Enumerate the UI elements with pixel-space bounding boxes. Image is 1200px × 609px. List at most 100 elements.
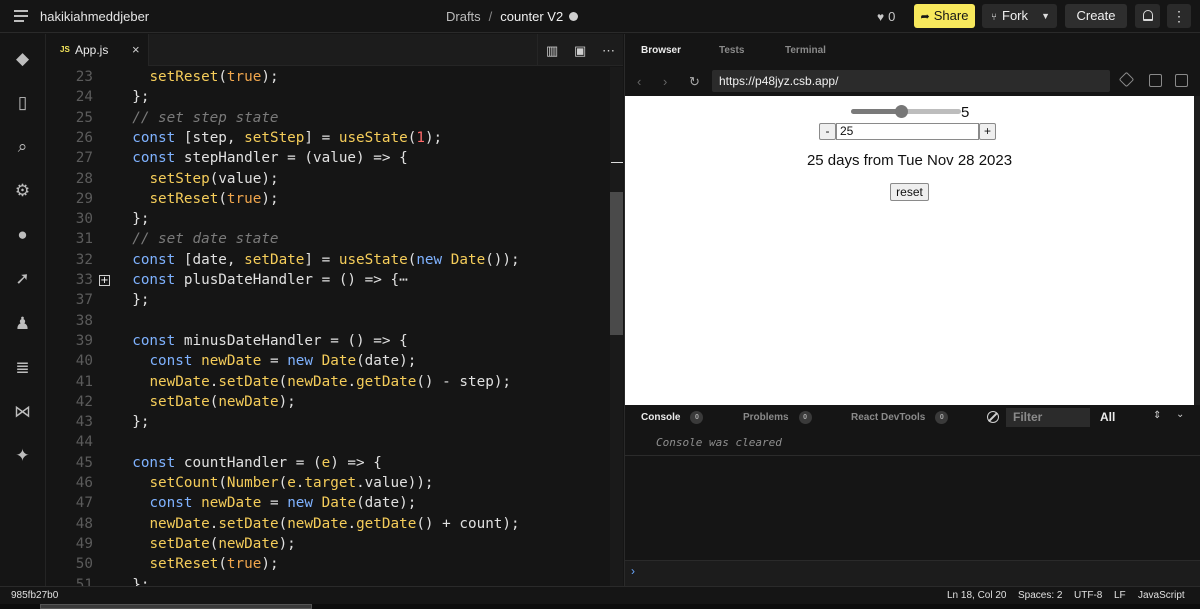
hamburger-menu-icon[interactable] (14, 10, 28, 22)
code-text: const newDate = new Date(date); (149, 353, 417, 370)
code-text: setReset(true); (149, 556, 279, 573)
line-number: 26 (75, 129, 93, 146)
preview-icon[interactable]: ▣ (574, 43, 586, 59)
indentation[interactable]: Spaces: 2 (1018, 590, 1062, 601)
sort-icon[interactable]: ⇕ (1153, 410, 1161, 421)
username[interactable]: hakikiahmeddjeber (40, 9, 149, 24)
reset-button[interactable]: reset (890, 183, 929, 201)
code-area[interactable]: 23 setReset(true); 24 }; 25 // set step st… (47, 67, 610, 586)
clear-console-icon[interactable] (987, 411, 999, 423)
horizontal-scroll-thumb[interactable] (40, 604, 312, 609)
console-panel: Console 0 Problems 0 React DevTools 0 Filte… (625, 405, 1200, 586)
line-number: 32 (75, 251, 93, 268)
more-options-button[interactable]: ⋮ (1167, 4, 1191, 28)
plus-button[interactable]: + (979, 123, 996, 140)
code-text: setDate(newDate); (149, 535, 296, 552)
breadcrumb-drafts[interactable]: Drafts (446, 9, 481, 24)
cursor-position[interactable]: Ln 18, Col 20 (947, 590, 1007, 601)
code-text: setCount(Number(e.target.value)); (149, 475, 434, 491)
split-view-icon[interactable]: ▥ (546, 43, 558, 59)
tab-terminal[interactable]: Terminal (785, 45, 826, 56)
users-icon[interactable]: ♟ (12, 313, 33, 334)
preview-pane: Browser Tests Terminal ‹ › ↻ https://p48… (624, 34, 1200, 586)
globe-icon (569, 12, 579, 21)
cube-icon[interactable]: ◆ (12, 48, 33, 69)
tab-app-js[interactable]: JS App.js × (47, 34, 149, 66)
refresh-icon[interactable]: ↻ (689, 74, 700, 90)
console-tabs: Console 0 Problems 0 React DevTools 0 Filte… (625, 405, 1200, 433)
line-number: 43 (75, 414, 93, 431)
line-number: 38 (75, 312, 93, 329)
log-level-select[interactable]: All (1100, 410, 1115, 424)
open-window-icon[interactable] (1175, 74, 1188, 87)
share-button[interactable]: ➦ Share (914, 4, 975, 28)
line-endings[interactable]: LF (1114, 590, 1126, 601)
gear-icon[interactable]: ⚙ (12, 180, 33, 201)
commit-hash[interactable]: 985fb27b0 (11, 590, 58, 601)
bell-icon (1142, 10, 1153, 21)
rocket-icon[interactable]: ➚ (12, 268, 33, 289)
language-mode[interactable]: JavaScript (1138, 590, 1185, 601)
line-number: 25 (75, 109, 93, 126)
project-name[interactable]: counter V2 (500, 9, 563, 24)
copy-icon[interactable] (1149, 74, 1162, 87)
status-bar: 985fb27b0 Ln 18, Col 20 Spaces: 2 UTF-8 … (0, 586, 1200, 604)
console-filter-input[interactable]: Filter (1006, 408, 1090, 427)
tab-file-name: App.js (75, 43, 109, 57)
console-count-badge: 0 (690, 411, 704, 424)
code-text: setDate(newDate); (149, 393, 296, 410)
js-file-icon: JS (60, 45, 70, 54)
search-icon[interactable]: ⌕ (12, 136, 33, 157)
line-number: 29 (75, 190, 93, 207)
code-text: }; (115, 292, 150, 309)
notifications-button[interactable] (1135, 4, 1160, 28)
vscode-icon[interactable]: ⋈ (12, 401, 33, 422)
share-icon: ➦ (920, 11, 930, 23)
line-number: 37 (75, 292, 93, 309)
line-number: 44 (75, 434, 93, 451)
encoding[interactable]: UTF-8 (1074, 590, 1102, 601)
caret-down-icon[interactable]: ▼ (1041, 4, 1050, 28)
tab-problems[interactable]: Problems 0 (743, 411, 812, 424)
back-icon[interactable]: ‹ (637, 74, 641, 89)
fold-expand-icon[interactable]: + (99, 275, 110, 286)
code-text: }; (115, 576, 150, 587)
code-text: newDate.setDate(newDate.getDate() + coun… (149, 515, 520, 532)
more-icon[interactable]: ⋯ (602, 43, 615, 59)
code-text: setReset(true); (149, 190, 279, 207)
tab-devtools-label: React DevTools (851, 412, 926, 423)
count-input[interactable]: 25 (836, 123, 979, 140)
console-input[interactable]: › (625, 560, 1200, 586)
url-bar[interactable]: https://p48jyz.csb.app/ (712, 70, 1110, 92)
scrollbar-thumb[interactable] (610, 192, 623, 335)
editor-scrollbar[interactable] (610, 67, 623, 586)
fork-icon: ⑂ (991, 12, 997, 23)
slider-thumb[interactable] (894, 105, 908, 118)
tab-react-devtools[interactable]: React DevTools 0 (851, 411, 949, 424)
bottom-scroll-strip (0, 604, 1200, 609)
forward-icon[interactable]: › (663, 74, 667, 89)
tab-browser[interactable]: Browser (641, 45, 681, 56)
code-text: setStep(value); (149, 170, 279, 187)
line-number: 40 (75, 353, 93, 370)
create-button[interactable]: Create (1065, 4, 1127, 28)
chevron-down-icon[interactable]: ⌄ (1176, 409, 1184, 420)
minus-button[interactable]: - (819, 123, 836, 140)
code-text: const countHandler = (e) => { (132, 454, 382, 471)
like-button[interactable]: ♥ 0 (877, 9, 895, 24)
code-text: // set step state (115, 109, 279, 126)
docker-icon[interactable]: ≣ (12, 357, 33, 378)
sparkle-icon[interactable]: ✦ (12, 445, 33, 466)
github-icon[interactable]: ● (12, 224, 33, 245)
file-explorer-icon[interactable]: ▯ (12, 92, 33, 113)
tab-console[interactable]: Console 0 (641, 411, 704, 424)
line-number: 50 (75, 556, 93, 573)
line-number: 27 (75, 150, 93, 167)
line-number: 47 (75, 495, 93, 512)
fork-button[interactable]: ⑂ Fork ▼ (982, 4, 1057, 28)
app-preview: 5 - 25 + 25 days from Tue Nov 28 2023 re… (625, 96, 1194, 405)
preview-scrollbar[interactable] (1194, 96, 1200, 405)
tab-tests[interactable]: Tests (719, 45, 744, 56)
code-text: newDate.setDate(newDate.getDate() - step… (149, 373, 512, 390)
close-icon[interactable]: × (132, 42, 140, 57)
